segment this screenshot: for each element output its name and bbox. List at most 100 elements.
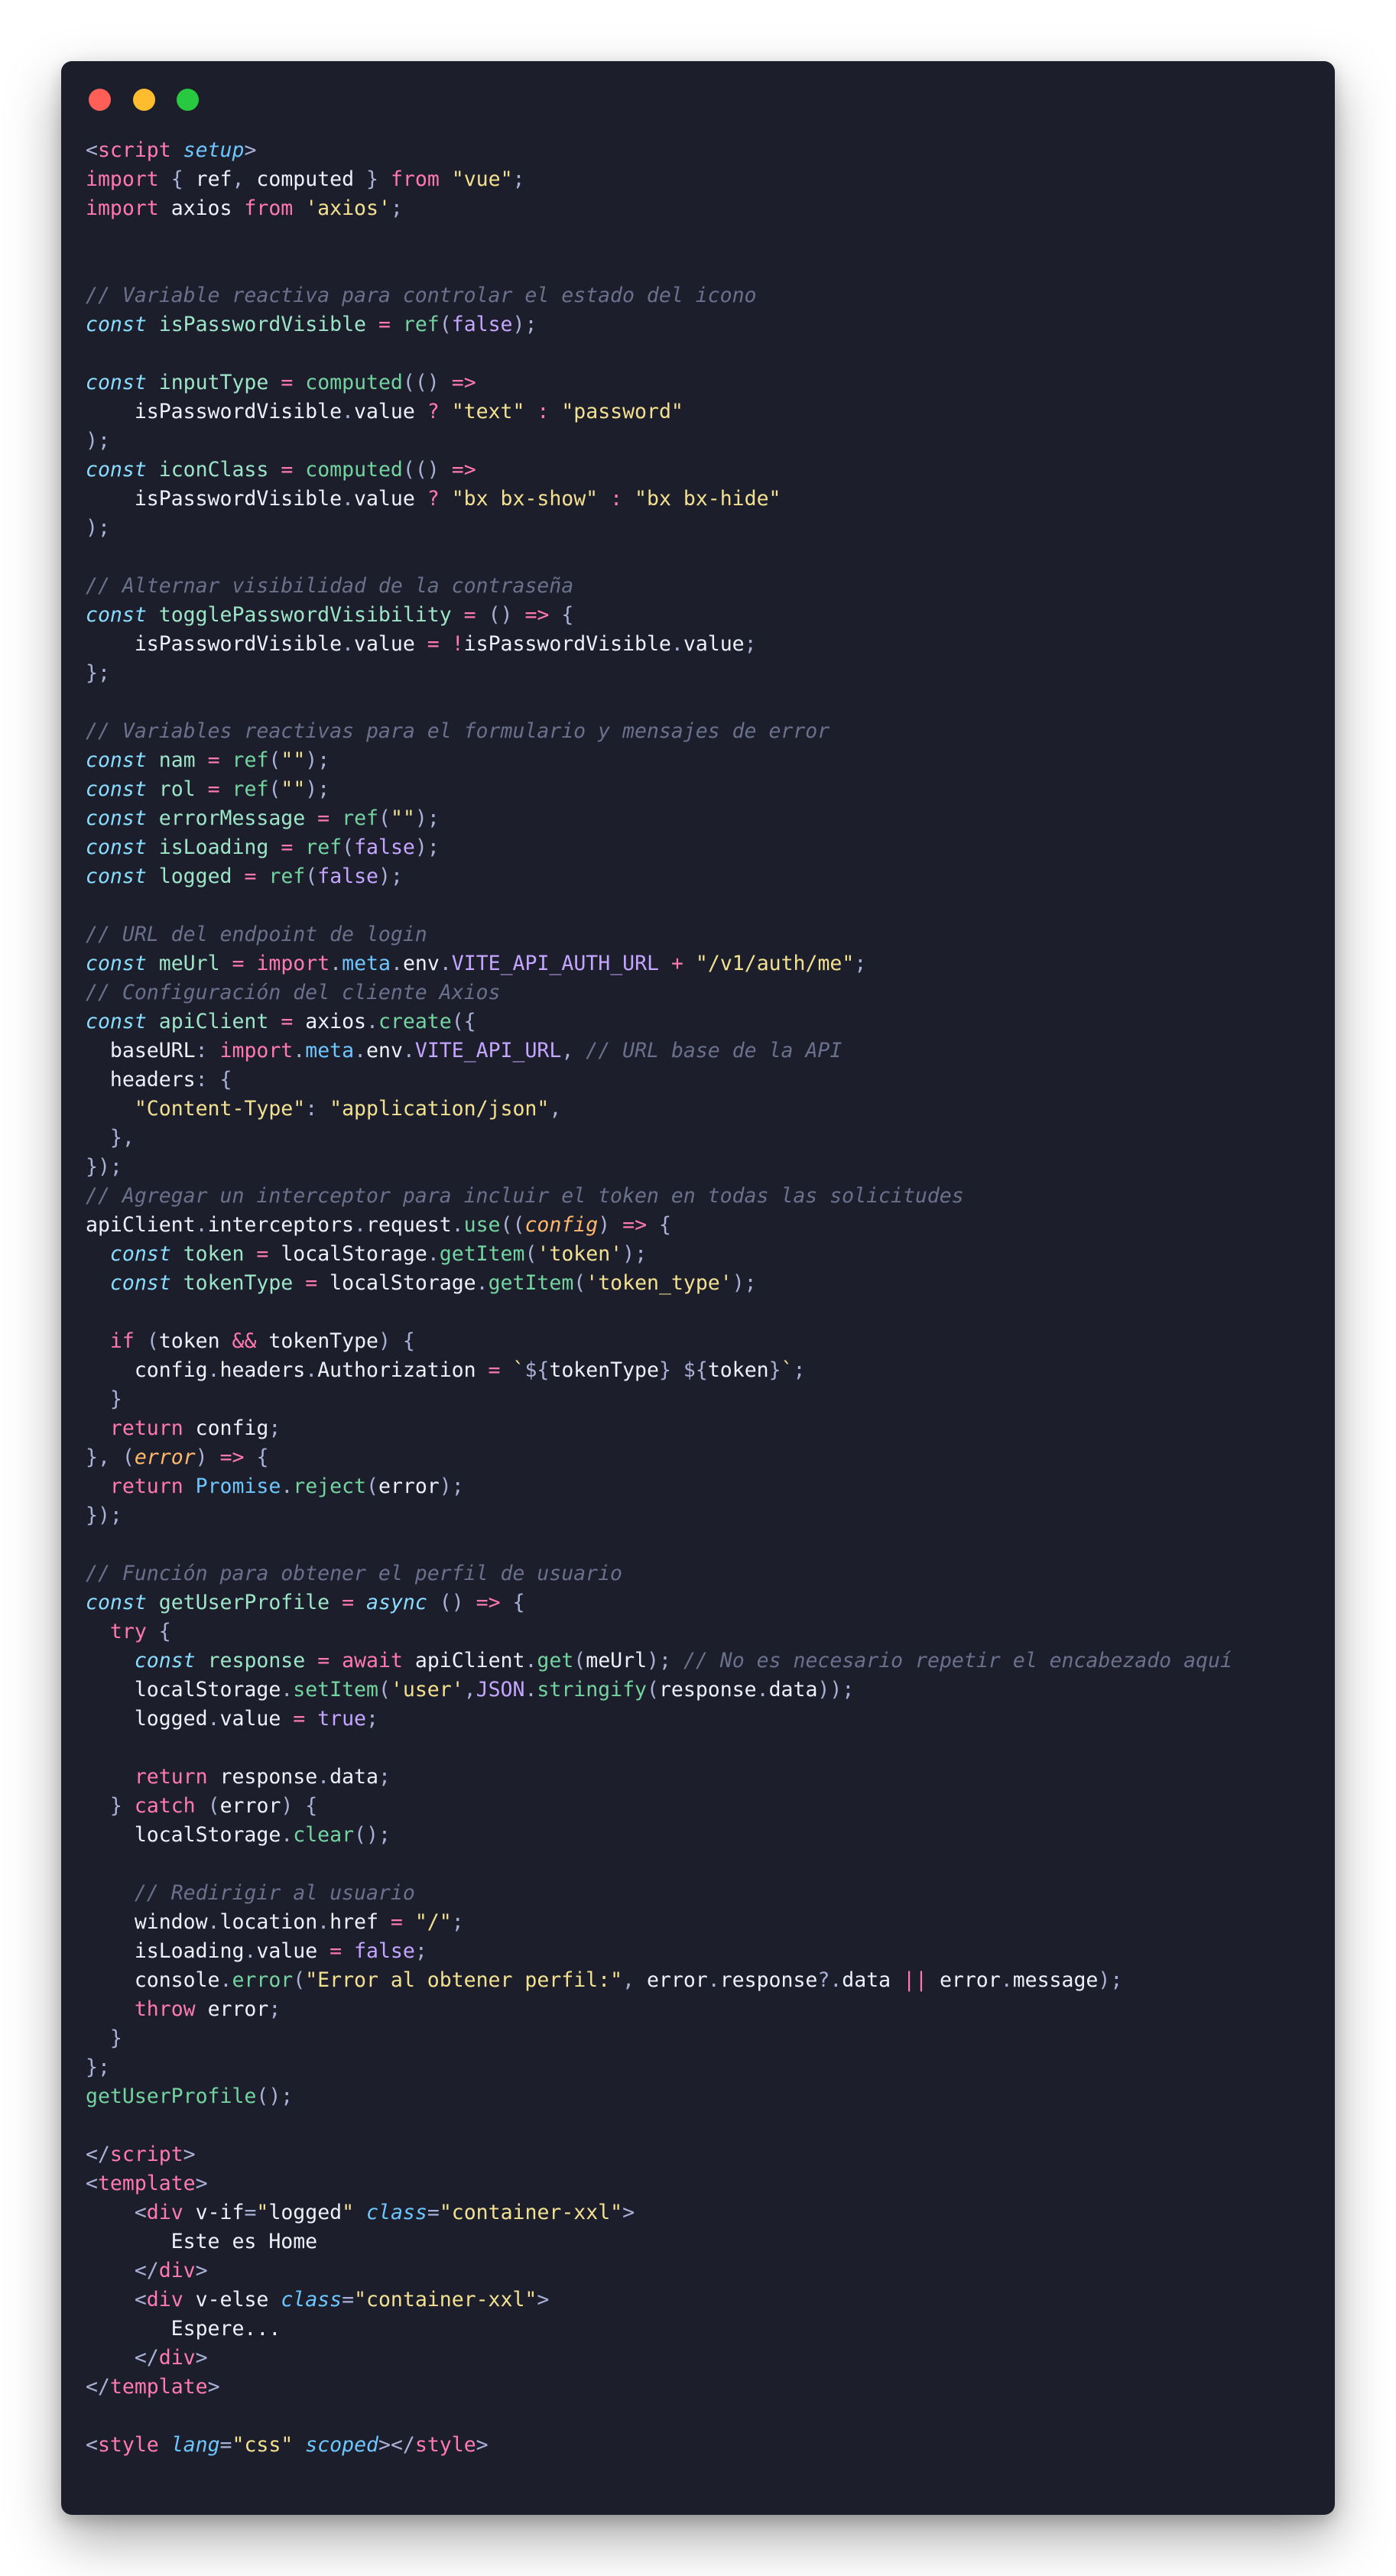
code-token: const xyxy=(86,777,147,801)
minimize-dot-icon[interactable] xyxy=(132,89,155,111)
code-token: = xyxy=(281,835,294,859)
code-token: env xyxy=(402,952,440,975)
code-token: "css" xyxy=(232,2433,294,2457)
code-line: const tokenType = localStorage.getItem('… xyxy=(86,1269,1232,1298)
code-token: ( xyxy=(293,1968,306,1992)
close-dot-icon[interactable] xyxy=(89,89,111,111)
code-token: ( xyxy=(305,865,318,888)
code-token: = xyxy=(232,952,245,975)
code-token: => xyxy=(451,371,476,394)
code-token: . xyxy=(207,1358,220,1382)
code-token: > xyxy=(244,138,257,162)
code-token: . xyxy=(342,487,355,511)
code-token: togglePasswordVisibility xyxy=(158,603,452,627)
code-token: . xyxy=(281,1678,294,1702)
code-token: class xyxy=(281,2288,343,2312)
code-token: // URL del endpoint de login xyxy=(86,923,427,946)
code-line: }); xyxy=(86,1153,1232,1182)
code-token: tokenType xyxy=(549,1358,659,1382)
code-line: </script> xyxy=(86,2140,1232,2169)
code-line: isLoading.value = false; xyxy=(86,1937,1232,1966)
code-token: return xyxy=(134,1765,208,1789)
code-line: </div> xyxy=(86,2256,1232,2286)
code-line: const getUserProfile = async () => { xyxy=(86,1588,1232,1617)
code-token: token xyxy=(183,1242,245,1266)
code-token: data xyxy=(768,1678,818,1702)
code-line: const isPasswordVisible = ref(false); xyxy=(86,310,1232,339)
code-line: const token = localStorage.getItem('toke… xyxy=(86,1240,1232,1269)
code-token: isPasswordVisible xyxy=(86,632,343,656)
code-token: ? xyxy=(427,487,440,511)
code-line: <div v-if="logged" class="container-xxl"… xyxy=(86,2198,1232,2227)
code-token: . xyxy=(756,1678,769,1702)
code-token: inputType xyxy=(158,371,269,394)
code-line: // URL del endpoint de login xyxy=(86,920,1232,949)
code-token: > xyxy=(622,2201,635,2224)
code-token: . xyxy=(281,1823,294,1847)
code-line: return response.data; xyxy=(86,1763,1232,1792)
code-token: from xyxy=(390,167,440,191)
code-line: }; xyxy=(86,659,1232,688)
code-token: ); xyxy=(732,1271,757,1295)
code-token: = xyxy=(317,806,330,830)
code-token: error xyxy=(134,1445,196,1469)
code-token: ${ xyxy=(683,1358,708,1382)
code-token: get xyxy=(537,1649,574,1672)
maximize-dot-icon[interactable] xyxy=(177,89,200,111)
code-token: const xyxy=(86,603,147,627)
code-line: throw error; xyxy=(86,1995,1232,2024)
code-line: const rol = ref(""); xyxy=(86,775,1232,804)
code-token: ( xyxy=(378,806,391,830)
code-token: < xyxy=(86,138,98,162)
code-token: div xyxy=(158,2259,196,2282)
code-token: } xyxy=(658,1358,671,1382)
code-token: error xyxy=(635,1968,708,1992)
code-token: </ xyxy=(134,2259,159,2282)
code-token: 'token' xyxy=(537,1242,623,1266)
code-line: return Promise.reject(error); xyxy=(86,1472,1232,1501)
code-line: const errorMessage = ref(""); xyxy=(86,804,1232,833)
code-token: ( xyxy=(342,835,355,859)
code-token: Promise xyxy=(195,1475,281,1498)
code-token: : xyxy=(305,1097,318,1121)
code-token: create xyxy=(378,1010,452,1033)
code-line: <style lang="css" scoped></style> xyxy=(86,2431,1232,2460)
code-token: script xyxy=(97,138,171,162)
code-token: ( xyxy=(268,777,281,801)
code-token: axios xyxy=(293,1010,367,1033)
code-token: } xyxy=(768,1358,781,1382)
code-token: ( xyxy=(207,1794,220,1818)
code-token: getItem xyxy=(488,1271,574,1295)
code-token: { xyxy=(219,1068,232,1092)
code-token: "container-xxl" xyxy=(354,2288,537,2312)
code-token: "vue" xyxy=(451,167,513,191)
code-line: const inputType = computed(() => xyxy=(86,368,1232,397)
code-token: isPasswordVisible xyxy=(86,487,343,511)
code-token: const xyxy=(86,1010,147,1033)
